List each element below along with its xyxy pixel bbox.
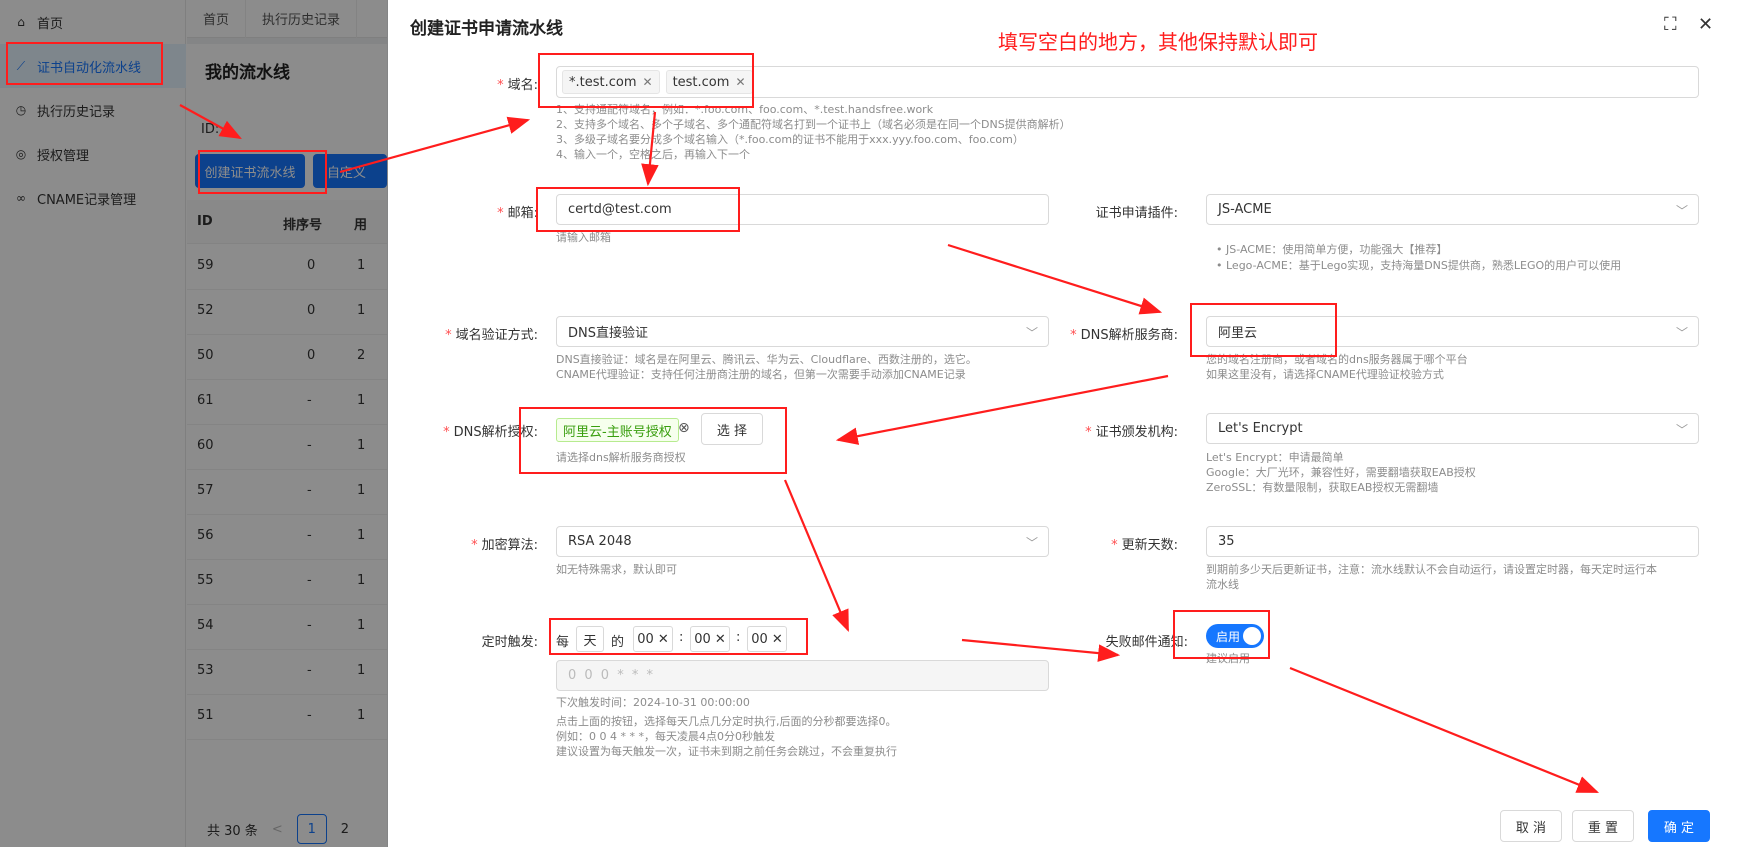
dns-auth-tag: 阿里云-主账号授权 (556, 418, 679, 442)
cron-label: 定时触发: (481, 635, 538, 650)
cron-hint-3: 建议设置为每天触发一次，证书未到期之前任务会跳过，不会重复执行 (556, 745, 897, 758)
domain-input[interactable]: *.test.com ✕ test.com ✕ (556, 66, 1699, 98)
dns-provider-select[interactable]: 阿里云 ﹀ (1206, 316, 1699, 347)
cron-hint-1: 点击上面的按钮，选择每天几点几分定时执行,后面的分秒都要选择0。 (556, 715, 897, 728)
modal-mask[interactable] (0, 0, 388, 847)
cron-minute-select[interactable]: 00 ✕ (690, 626, 730, 652)
fail-notice-label: 失败邮件通知: (1105, 635, 1188, 650)
create-pipeline-drawer: 创建证书申请流水线 填写空白的地方，其他保持默认即可 ⛶ ✕ * 域名: *.te… (388, 0, 1737, 847)
email-hint: 请输入邮箱 (556, 231, 611, 244)
toggle-label: 启用 (1216, 630, 1241, 644)
verify-method-select[interactable]: DNS直接验证 ﹀ (556, 316, 1049, 347)
chevron-down-icon: ﹀ (1675, 423, 1688, 437)
domain-tag: *.test.com ✕ (562, 70, 660, 94)
verify-hint-1: DNS直接验证：域名是在阿里云、腾讯云、华为云、Cloudflare、西数注册的… (556, 353, 977, 366)
algorithm-select[interactable]: RSA 2048 ﹀ (556, 526, 1049, 557)
domain-hint-4: 4、输入一个，空格之后，再输入下一个 (556, 148, 750, 161)
cron-of: 的 (611, 635, 625, 650)
ca-hint-3: ZeroSSL：有数量限制，获取EAB授权无需翻墙 (1206, 481, 1439, 494)
cancel-button[interactable]: 取 消 (1500, 810, 1562, 842)
algorithm-label: * 加密算法: (471, 538, 538, 553)
ca-select[interactable]: Let's Encrypt ﹀ (1206, 413, 1699, 444)
renew-days-input[interactable]: 35 (1206, 526, 1699, 557)
dns-provider-label: * DNS解析服务商: (1070, 328, 1178, 343)
renew-hint-1: 到期前多少天后更新证书，注意：流水线默认不会自动运行，请设置定时器，每天定时运行… (1206, 563, 1657, 576)
remove-tag-icon[interactable]: ✕ (735, 75, 745, 89)
cron-sep: : (679, 630, 684, 645)
chevron-down-icon: ﹀ (1675, 204, 1688, 218)
cron-next-time: 下次触发时间：2024-10-31 00:00:00 (556, 696, 750, 709)
chevron-down-icon: ﹀ (1025, 536, 1038, 550)
clear-icon[interactable]: ⊗ (678, 420, 690, 436)
fail-notice-toggle[interactable]: 启用 (1206, 624, 1264, 648)
email-field[interactable]: certd@test.com (556, 194, 1049, 225)
verify-hint-2: CNAME代理验证：支持任何注册商注册的域名，但第一次需要手动添加CNAME记录 (556, 368, 966, 381)
cron-sep: : (736, 630, 741, 645)
fullscreen-icon[interactable]: ⛶ (1664, 14, 1677, 35)
instruction-annotation: 填写空白的地方，其他保持默认即可 (998, 30, 1318, 54)
close-icon[interactable]: ✕ (1698, 14, 1713, 35)
domain-hint-2: 2、支持多个域名、多个子域名、多个通配符域名打到一个证书上（域名必须是在同一个D… (556, 118, 1071, 131)
plugin-select[interactable]: JS-ACME ﹀ (1206, 194, 1699, 225)
reset-button[interactable]: 重 置 (1572, 810, 1634, 842)
drawer-title: 创建证书申请流水线 (410, 19, 563, 39)
plugin-label: 证书申请插件: (1095, 206, 1178, 221)
confirm-button[interactable]: 确 定 (1648, 810, 1710, 842)
cron-hint-2: 例如：0 0 4 * * *，每天凌晨4点0分0秒触发 (556, 730, 775, 743)
dns-auth-hint: 请选择dns解析服务商授权 (556, 451, 686, 464)
dns-provider-hint-1: 您的域名注册商，或者域名的dns服务器属于哪个平台 (1206, 353, 1468, 366)
remove-tag-icon[interactable]: ✕ (643, 75, 653, 89)
chevron-down-icon: ﹀ (1675, 326, 1688, 340)
algorithm-hint: 如无特殊需求，默认即可 (556, 563, 677, 576)
domain-hint-1: 1、支持通配符域名，例如：*.foo.com、foo.com、*.test.ha… (556, 103, 934, 116)
cron-every: 每 (556, 635, 570, 650)
dns-provider-hint-2: 如果这里没有，请选择CNAME代理验证校验方式 (1206, 368, 1444, 381)
verify-method-label: * 域名验证方式: (445, 328, 538, 343)
dns-auth-label: * DNS解析授权: (443, 425, 538, 440)
domain-hint-3: 3、多级子域名要分成多个域名输入（*.foo.com的证书不能用于xxx.yyy… (556, 133, 1024, 146)
cron-unit-select[interactable]: 天 (576, 626, 604, 652)
ca-hint-2: Google：大厂光环，兼容性好，需要翻墙获取EAB授权 (1206, 466, 1476, 479)
domain-label: * 域名: (497, 78, 538, 93)
ca-label: * 证书颁发机构: (1085, 425, 1178, 440)
email-label: * 邮箱: (497, 206, 538, 221)
plugin-hint-1: • JS-ACME：使用简单方便，功能强大【推荐】 (1216, 243, 1448, 256)
domain-tag: test.com ✕ (665, 70, 753, 94)
toggle-knob (1243, 627, 1261, 645)
cron-hour-select[interactable]: 00 ✕ (633, 626, 673, 652)
cron-expression-input[interactable]: 0 0 0 * * * (556, 660, 1049, 691)
renew-days-label: * 更新天数: (1111, 538, 1178, 553)
fail-notice-hint: 建议启用 (1206, 652, 1250, 665)
renew-hint-2: 流水线 (1206, 578, 1239, 591)
cron-second-select[interactable]: 00 ✕ (747, 626, 787, 652)
select-auth-button[interactable]: 选 择 (701, 413, 763, 445)
plugin-hint-2: • Lego-ACME：基于Lego实现，支持海量DNS提供商，熟悉LEGO的用… (1216, 259, 1622, 272)
ca-hint-1: Let's Encrypt：申请最简单 (1206, 451, 1344, 464)
